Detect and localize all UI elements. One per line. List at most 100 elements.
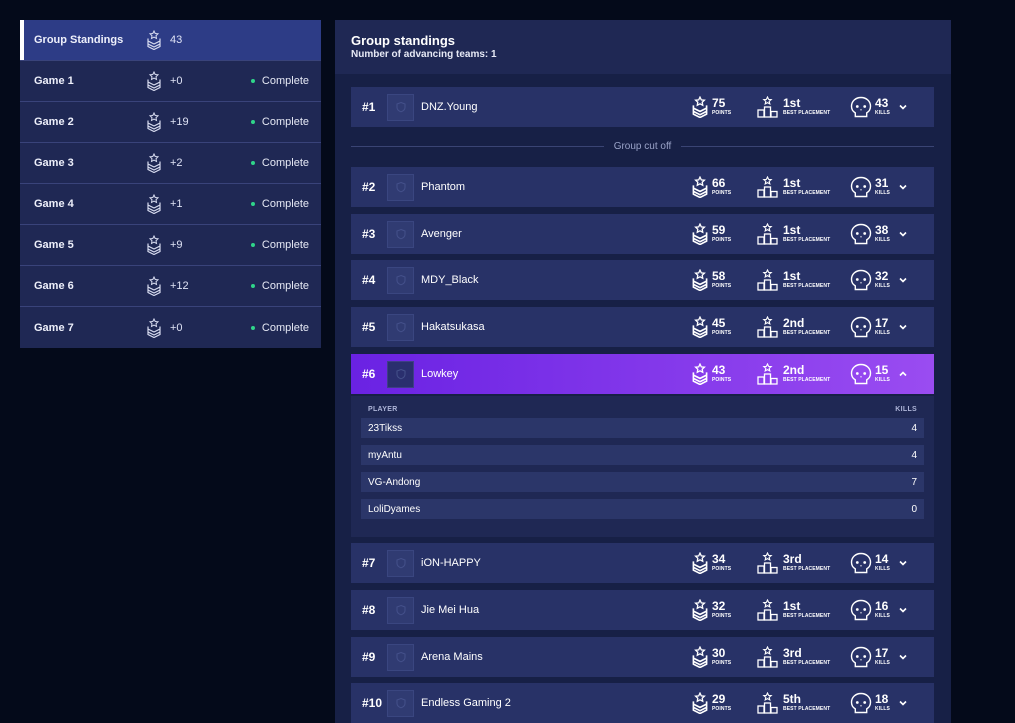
points-label: POINTS bbox=[712, 237, 732, 243]
sidebar-item-game-2[interactable]: Game 2 +19 Complete bbox=[20, 102, 321, 143]
team-rank: #3 bbox=[362, 227, 376, 241]
player-row[interactable]: myAntu 4 bbox=[361, 445, 924, 465]
sidebar-item-game-6[interactable]: Game 6 +12 Complete bbox=[20, 266, 321, 307]
kills-column-header: KILLS bbox=[895, 406, 917, 413]
team-logo-icon bbox=[387, 313, 414, 341]
sidebar-item-points: +19 bbox=[170, 116, 189, 128]
points-stat: 29 POINTS bbox=[691, 692, 757, 714]
placement-value: 2nd bbox=[783, 363, 805, 377]
team-name: Avenger bbox=[421, 228, 462, 240]
points-value: 30 bbox=[712, 646, 726, 660]
player-name: LoliDyames bbox=[368, 503, 421, 515]
page-title: Group standings bbox=[351, 33, 455, 48]
kills-stat: 43 KILLS bbox=[850, 96, 892, 118]
chevron-down-icon[interactable] bbox=[898, 182, 908, 192]
team-row[interactable]: #1 DNZ.Young 75 POINTS 1st BEST PLACEMENT … bbox=[351, 87, 934, 127]
status-dot-icon bbox=[250, 79, 255, 83]
chevron-down-icon[interactable] bbox=[898, 275, 908, 285]
status-text: Complete bbox=[261, 280, 309, 292]
sidebar-item-game-7[interactable]: Game 7 +0 Complete bbox=[20, 307, 321, 348]
placement-stat: 1st BEST PLACEMENT bbox=[757, 599, 850, 621]
sidebar-item-group-standings[interactable]: Group Standings 43 bbox=[20, 20, 321, 61]
points-stat: 58 POINTS bbox=[691, 269, 757, 291]
chevron-down-icon[interactable] bbox=[898, 698, 908, 708]
chevron-rank-icon bbox=[146, 153, 162, 173]
team-players-panel: PLAYER KILLS 23Tikss 4 myAntu 4 VG-Andon… bbox=[351, 396, 934, 537]
status-badge: Complete bbox=[250, 198, 309, 210]
chevron-rank-icon bbox=[146, 276, 162, 296]
kills-label: KILLS bbox=[875, 660, 890, 666]
team-logo-icon bbox=[387, 93, 414, 121]
chevron-down-icon[interactable] bbox=[898, 322, 908, 332]
chevron-down-icon[interactable] bbox=[898, 652, 908, 662]
player-row[interactable]: LoliDyames 0 bbox=[361, 499, 924, 519]
kills-value: 31 bbox=[875, 176, 889, 190]
chevron-rank-icon bbox=[146, 112, 162, 132]
chevron-down-icon[interactable] bbox=[898, 558, 908, 568]
kills-stat: 17 KILLS bbox=[850, 646, 892, 668]
placement-label: BEST PLACEMENT bbox=[783, 706, 831, 712]
team-row[interactable]: #8 Jie Mei Hua 32 POINTS 1st BEST PLACEMEN… bbox=[351, 590, 934, 630]
team-rank: #6 bbox=[362, 367, 376, 381]
status-badge: Complete bbox=[250, 322, 309, 334]
status-dot-icon bbox=[250, 161, 255, 165]
team-logo-icon bbox=[387, 689, 414, 717]
points-value: 29 bbox=[712, 692, 726, 706]
points-stat: 43 POINTS bbox=[691, 363, 757, 385]
sidebar-item-game-3[interactable]: Game 3 +2 Complete bbox=[20, 143, 321, 184]
kills-label: KILLS bbox=[875, 613, 890, 619]
team-row[interactable]: #5 Hakatsukasa 45 POINTS 2nd BEST PLACEMEN… bbox=[351, 307, 934, 347]
status-text: Complete bbox=[261, 239, 309, 251]
status-text: Complete bbox=[261, 116, 309, 128]
placement-stat: 1st BEST PLACEMENT bbox=[757, 96, 850, 118]
team-logo-icon bbox=[387, 173, 414, 201]
skull-icon bbox=[850, 552, 872, 574]
page-subtitle: Number of advancing teams: 1 bbox=[351, 49, 497, 60]
sidebar-item-points: 43 bbox=[170, 34, 183, 46]
team-row[interactable]: #7 iON-HAPPY 34 POINTS 3rd BEST PLACEMENT … bbox=[351, 543, 934, 583]
status-badge: Complete bbox=[250, 116, 309, 128]
kills-label: KILLS bbox=[875, 190, 890, 196]
placement-value: 1st bbox=[783, 599, 801, 613]
points-label: POINTS bbox=[712, 283, 732, 289]
placement-label: BEST PLACEMENT bbox=[783, 566, 831, 572]
player-row[interactable]: 23Tikss 4 bbox=[361, 418, 924, 438]
chevron-down-icon[interactable] bbox=[898, 229, 908, 239]
points-value: 32 bbox=[712, 599, 726, 613]
podium-icon bbox=[757, 552, 778, 574]
team-rank: #1 bbox=[362, 100, 376, 114]
chevron-rank-icon bbox=[146, 235, 162, 255]
sidebar-item-game-1[interactable]: Game 1 +0 Complete bbox=[20, 61, 321, 102]
chevron-up-icon[interactable] bbox=[898, 369, 908, 379]
team-row[interactable]: #10 Endless Gaming 2 29 POINTS 5th BEST PL… bbox=[351, 683, 934, 723]
placement-label: BEST PLACEMENT bbox=[783, 660, 831, 666]
team-logo-icon bbox=[387, 596, 414, 624]
status-dot-icon bbox=[250, 202, 255, 206]
kills-label: KILLS bbox=[875, 110, 890, 116]
team-row-expanded[interactable]: #6 Lowkey 43 POINTS 2nd BEST PLACEMENT 15 K… bbox=[351, 354, 934, 394]
points-stat: 75 POINTS bbox=[691, 96, 757, 118]
player-row[interactable]: VG-Andong 7 bbox=[361, 472, 924, 492]
podium-icon bbox=[757, 599, 778, 621]
skull-icon bbox=[850, 692, 872, 714]
sidebar-item-label: Group Standings bbox=[34, 34, 124, 46]
team-row[interactable]: #4 MDY_Black 58 POINTS 1st BEST PLACEMENT … bbox=[351, 260, 934, 300]
team-row[interactable]: #9 Arena Mains 30 POINTS 3rd BEST PLACEMEN… bbox=[351, 637, 934, 677]
status-dot-icon bbox=[250, 243, 255, 247]
placement-value: 3rd bbox=[783, 646, 802, 660]
points-value: 59 bbox=[712, 223, 726, 237]
status-dot-icon bbox=[250, 325, 255, 330]
points-label: POINTS bbox=[712, 190, 732, 196]
team-name: DNZ.Young bbox=[421, 101, 478, 113]
sidebar-item-points: +12 bbox=[170, 280, 189, 292]
sidebar-item-game-4[interactable]: Game 4 +1 Complete bbox=[20, 184, 321, 225]
team-row[interactable]: #2 Phantom 66 POINTS 1st BEST PLACEMENT 31… bbox=[351, 167, 934, 207]
team-row[interactable]: #3 Avenger 59 POINTS 1st BEST PLACEMENT 38… bbox=[351, 214, 934, 254]
placement-stat: 1st BEST PLACEMENT bbox=[757, 269, 850, 291]
chevron-down-icon[interactable] bbox=[898, 102, 908, 112]
sidebar-item-points: +1 bbox=[170, 198, 183, 210]
chevron-down-icon[interactable] bbox=[898, 605, 908, 615]
chevron-rank-icon bbox=[691, 316, 709, 338]
sidebar-item-game-5[interactable]: Game 5 +9 Complete bbox=[20, 225, 321, 266]
placement-label: BEST PLACEMENT bbox=[783, 330, 831, 336]
